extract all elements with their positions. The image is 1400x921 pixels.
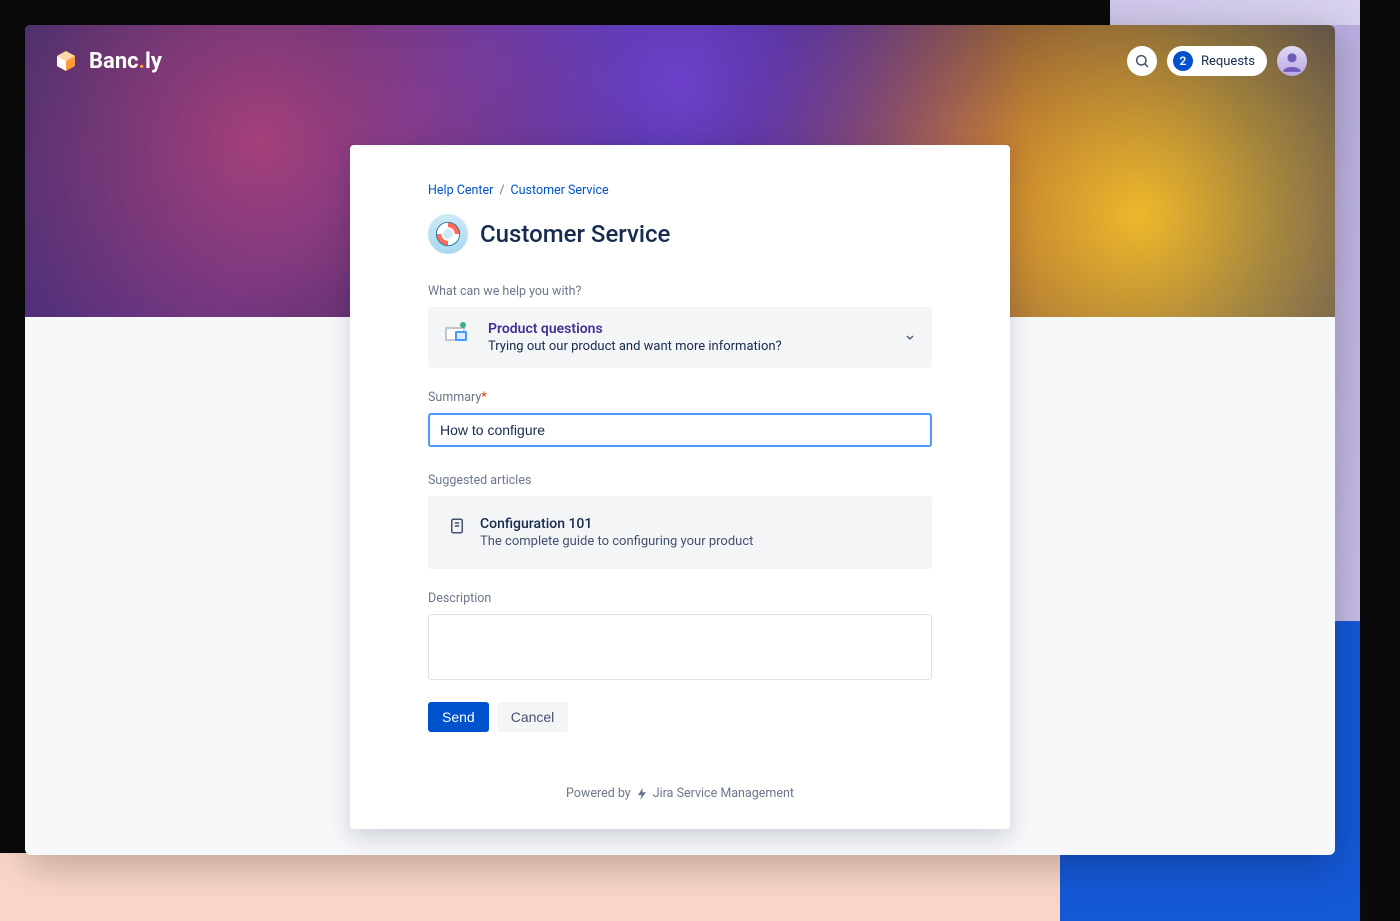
requests-badge: 2 [1173, 51, 1193, 71]
breadcrumb-sep: / [499, 183, 504, 198]
requests-button[interactable]: 2 Requests [1167, 46, 1267, 76]
app-window: Banc.ly 2 Requests [25, 25, 1335, 855]
search-button[interactable] [1127, 46, 1157, 76]
topbar: Banc.ly 2 Requests [25, 25, 1335, 97]
description-label: Description [428, 591, 932, 606]
title-row: Customer Service [428, 214, 932, 254]
request-type-title: Product questions [488, 321, 782, 337]
breadcrumb: Help Center / Customer Service [428, 183, 932, 198]
help-label: What can we help you with? [428, 284, 932, 299]
decor-top-right [1110, 0, 1360, 25]
chevron-down-icon [904, 328, 916, 347]
brand-text-post: ly [145, 49, 162, 74]
jira-bolt-icon [635, 787, 649, 801]
footer-powered: Powered by [566, 786, 631, 801]
avatar-button[interactable] [1277, 46, 1307, 76]
brand[interactable]: Banc.ly [53, 48, 162, 74]
description-input[interactable] [428, 614, 932, 680]
avatar-icon [1279, 48, 1305, 74]
request-card: Help Center / Customer Service Customer … [350, 145, 1010, 829]
lifebuoy-icon [428, 214, 468, 254]
decor-bottom-left [0, 853, 1060, 921]
send-button[interactable]: Send [428, 702, 489, 732]
requests-label: Requests [1201, 54, 1255, 69]
button-row: Send Cancel [428, 702, 932, 732]
outer-frame: Banc.ly 2 Requests [0, 0, 1400, 921]
suggested-label: Suggested articles [428, 473, 932, 488]
summary-input[interactable] [428, 413, 932, 447]
article-icon [448, 517, 466, 539]
page-title: Customer Service [480, 220, 670, 248]
footer: Powered by Jira Service Management [428, 786, 932, 801]
suggested-article[interactable]: Configuration 101 The complete guide to … [428, 496, 932, 569]
request-type-desc: Trying out our product and want more inf… [488, 339, 782, 354]
brand-text-pre: Banc [89, 49, 139, 74]
footer-product: Jira Service Management [653, 786, 794, 801]
product-questions-icon [444, 321, 472, 345]
request-type-select[interactable]: Product questions Trying out our product… [428, 307, 932, 368]
brand-text: Banc.ly [89, 49, 162, 74]
top-actions: 2 Requests [1127, 46, 1307, 76]
search-icon [1134, 53, 1150, 69]
suggested-title: Configuration 101 [480, 516, 753, 532]
suggested-desc: The complete guide to configuring your p… [480, 534, 753, 549]
cancel-button[interactable]: Cancel [497, 702, 569, 732]
breadcrumb-root[interactable]: Help Center [428, 183, 493, 198]
breadcrumb-current[interactable]: Customer Service [511, 183, 609, 198]
summary-label: Summary* [428, 390, 932, 405]
brand-logo-icon [53, 48, 79, 74]
